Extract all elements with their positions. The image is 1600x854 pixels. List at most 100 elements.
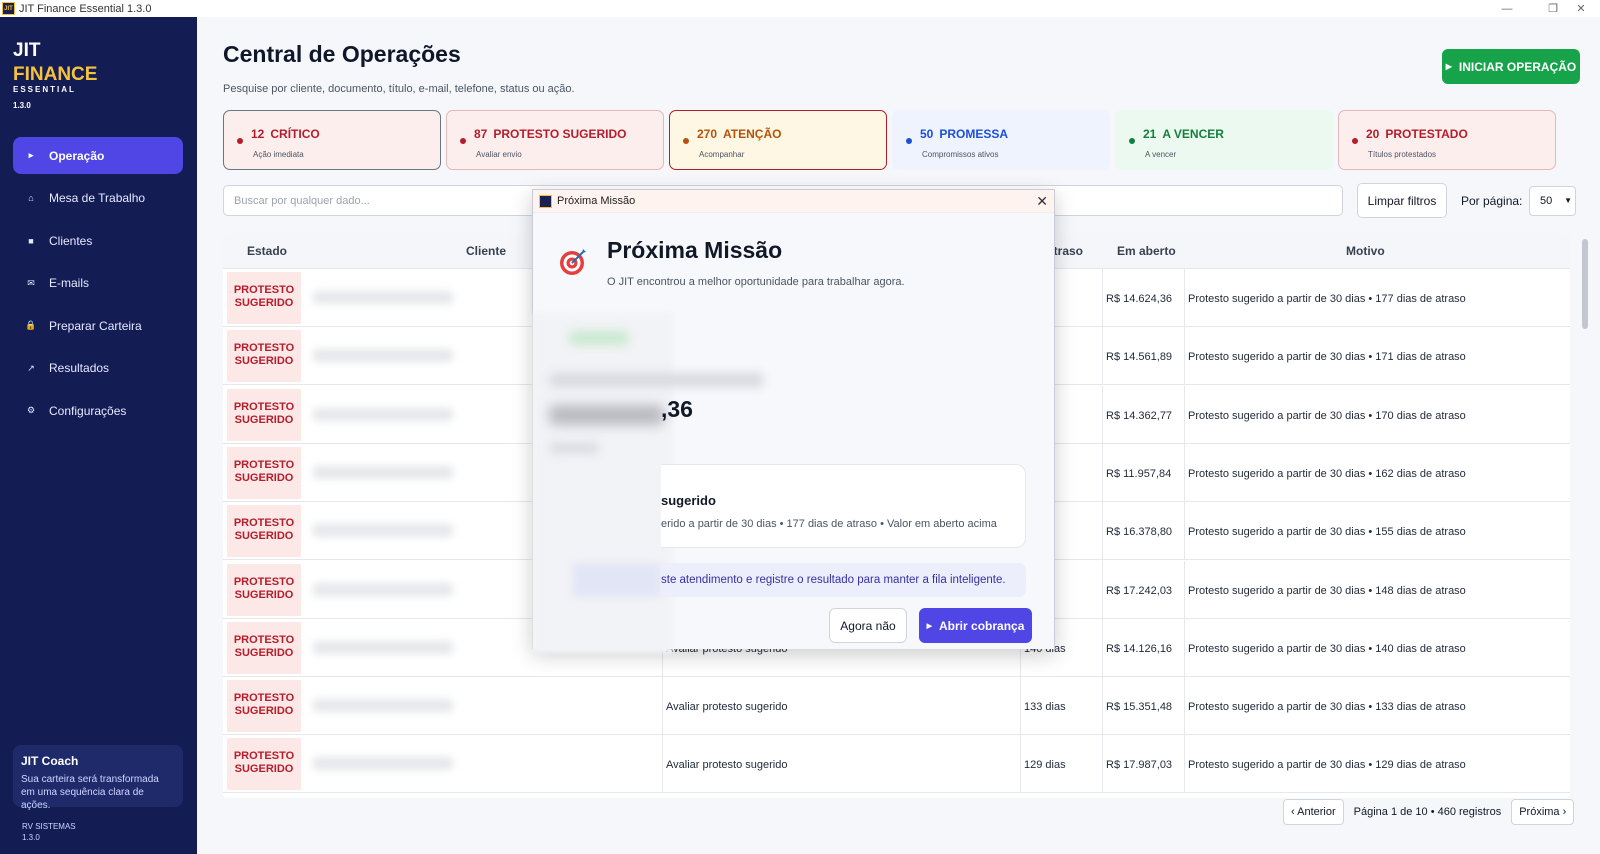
sidebar-item-resultados[interactable]: ↗ Resultados bbox=[13, 350, 183, 387]
status-description: Títulos protestados bbox=[1368, 150, 1437, 159]
jit-coach-panel: JIT Coach Sua carteira será transformada… bbox=[13, 745, 183, 811]
status-label: PROTESTADO bbox=[1385, 127, 1468, 141]
close-icon[interactable]: ✕ bbox=[1036, 193, 1048, 210]
sidebar-item-label: Resultados bbox=[49, 361, 110, 375]
sidebar-item-mesa-de-trabalho[interactable]: ⌂ Mesa de Trabalho bbox=[13, 180, 183, 217]
column-header-em-aberto[interactable]: Em aberto bbox=[1117, 244, 1176, 258]
status-label: PROMESSA bbox=[939, 127, 1009, 141]
not-now-button[interactable]: Agora não bbox=[829, 608, 907, 643]
state-badge: PROTESTO SUGERIDO bbox=[227, 272, 301, 324]
column-divider bbox=[662, 677, 663, 736]
email-icon: ✉ bbox=[27, 277, 35, 288]
column-header-estado[interactable]: Estado bbox=[247, 244, 287, 258]
table-row[interactable]: PROTESTO SUGERIDO Avaliar protesto sugeri… bbox=[223, 735, 1570, 794]
minimize-icon[interactable]: — bbox=[1484, 0, 1530, 17]
column-header-cliente[interactable]: Cliente bbox=[466, 244, 506, 258]
status-card[interactable]: 270 ATENÇÃO Acompanhar bbox=[669, 110, 887, 170]
previous-page-button[interactable]: ‹ Anterior bbox=[1283, 799, 1344, 825]
sidebar-item-emails[interactable]: ✉ E-mails bbox=[13, 265, 183, 302]
status-dot bbox=[906, 138, 912, 144]
scrollbar-thumb[interactable] bbox=[1582, 239, 1588, 329]
status-description: Ação imediata bbox=[253, 150, 304, 159]
sidebar-item-clientes[interactable]: ■ Clientes bbox=[13, 222, 183, 259]
status-card[interactable]: 87 PROTESTO SUGERIDO Avaliar envio bbox=[446, 110, 664, 170]
sidebar-item-label: Operação bbox=[49, 148, 105, 163]
blurred-client bbox=[313, 640, 453, 654]
logo-line-1: JIT bbox=[13, 40, 41, 61]
column-divider bbox=[1102, 269, 1103, 327]
column-header-motivo[interactable]: Motivo bbox=[1346, 244, 1385, 258]
status-dot bbox=[237, 138, 243, 144]
status-dot bbox=[460, 138, 466, 144]
next-page-button[interactable]: Próxima › bbox=[1511, 799, 1575, 825]
open-amount-cell: R$ 14.362,77 bbox=[1106, 409, 1173, 422]
sidebar-item-preparar-carteira[interactable]: 🔒 Preparar Carteira bbox=[13, 307, 183, 344]
blurred-client bbox=[313, 524, 453, 538]
start-operation-button[interactable]: ▶ INICIAR OPERAÇÃO bbox=[1442, 49, 1580, 84]
column-divider bbox=[1184, 560, 1185, 619]
clients-icon: ■ bbox=[28, 235, 34, 246]
blurred-value bbox=[549, 405, 664, 425]
page-subtitle: Pesquise por cliente, documento, título,… bbox=[223, 83, 575, 95]
status-count: 270 bbox=[697, 127, 718, 141]
status-label: ATENÇÃO bbox=[723, 127, 782, 141]
status-cards: 12 CRÍTICO Ação imediata 87 PROTESTO SUGERID… bbox=[223, 110, 1580, 170]
state-badge: PROTESTO SUGERIDO bbox=[227, 680, 301, 733]
status-description: Compromissos ativos bbox=[922, 150, 999, 159]
play-icon: ▶ bbox=[926, 622, 933, 630]
per-page-label: Por página: bbox=[1461, 194, 1523, 208]
status-label: CRÍTICO bbox=[270, 127, 320, 141]
column-divider bbox=[1020, 735, 1021, 794]
open-amount-cell: R$ 11.957,84 bbox=[1106, 467, 1172, 480]
start-operation-label: INICIAR OPERAÇÃO bbox=[1458, 59, 1577, 74]
sidebar-item-label: Configurações bbox=[49, 403, 127, 418]
app-logo: JIT FINANCE ESSENTIAL 1.3.0 bbox=[13, 41, 97, 110]
status-dot bbox=[1352, 138, 1358, 144]
sidebar: JIT FINANCE ESSENTIAL 1.3.0 ▸ Operação ⌂ M… bbox=[0, 17, 197, 854]
open-collection-button[interactable]: ▶ Abrir cobrança bbox=[919, 608, 1032, 643]
status-count: 50 bbox=[920, 127, 934, 141]
delay-cell: 129 dias bbox=[1024, 759, 1066, 772]
dialog-window-title: Próxima Missão bbox=[557, 195, 636, 207]
column-divider bbox=[1184, 443, 1185, 502]
status-label: PROTESTO SUGERIDO bbox=[493, 127, 627, 141]
reason-cell: Protesto sugerido a partir de 30 dias • … bbox=[1188, 759, 1466, 772]
blurred-client bbox=[313, 407, 453, 421]
mission-action-title: sugerido bbox=[661, 493, 716, 508]
column-divider bbox=[1184, 677, 1185, 736]
target-icon bbox=[560, 249, 586, 275]
company-version: 1.3.0 bbox=[22, 833, 40, 842]
mission-note: ste atendimento e registre o resultado p… bbox=[661, 563, 1026, 597]
app-icon: JIT bbox=[2, 2, 15, 15]
open-amount-cell: R$ 17.242,03 bbox=[1106, 584, 1173, 597]
coach-title: JIT Coach bbox=[21, 754, 79, 768]
status-card[interactable]: 50 PROMESSA Compromissos ativos bbox=[892, 110, 1110, 170]
status-card[interactable]: 12 CRÍTICO Ação imediata bbox=[223, 110, 441, 170]
close-window-icon[interactable]: ✕ bbox=[1562, 0, 1600, 17]
dialog-body: Próxima Missão O JIT encontrou a melhor … bbox=[533, 213, 1054, 653]
sidebar-item-label: E-mails bbox=[49, 276, 90, 290]
sidebar-item-operacao[interactable]: ▸ Operação bbox=[13, 137, 183, 174]
table-row[interactable]: PROTESTO SUGERIDO Avaliar protesto sugeri… bbox=[223, 677, 1570, 736]
blurred-client bbox=[313, 699, 453, 713]
clear-filters-button[interactable]: Limpar filtros bbox=[1357, 183, 1447, 218]
table-scrollbar[interactable] bbox=[1582, 239, 1588, 799]
column-divider bbox=[1102, 677, 1103, 736]
company-info: RV SISTEMAS 1.3.0 bbox=[22, 821, 76, 843]
column-divider bbox=[662, 735, 663, 794]
reason-cell: Protesto sugerido a partir de 30 dias • … bbox=[1188, 467, 1466, 480]
per-page-select[interactable]: 50 ▼ bbox=[1529, 186, 1576, 216]
open-amount-cell: R$ 14.561,89 bbox=[1106, 351, 1173, 364]
status-card[interactable]: 21 A VENCER A vencer bbox=[1115, 110, 1333, 170]
pagination: ‹ Anterior Página 1 de 10 • 460 registro… bbox=[1283, 799, 1575, 825]
status-description: Acompanhar bbox=[699, 150, 745, 159]
mission-open-value: ,36 bbox=[661, 396, 693, 422]
dialog-subtitle: O JIT encontrou a melhor oportunidade pa… bbox=[607, 276, 905, 288]
status-card[interactable]: 20 PROTESTADO Títulos protestados bbox=[1338, 110, 1556, 170]
dialog-title: Próxima Missão bbox=[607, 237, 783, 263]
sidebar-item-configuracoes[interactable]: ⚙ Configurações bbox=[13, 392, 183, 429]
reason-cell: Protesto sugerido a partir de 30 dias • … bbox=[1188, 351, 1466, 364]
play-icon: ▶ bbox=[1445, 62, 1452, 71]
column-divider bbox=[1102, 735, 1103, 794]
column-divider bbox=[1184, 269, 1185, 327]
